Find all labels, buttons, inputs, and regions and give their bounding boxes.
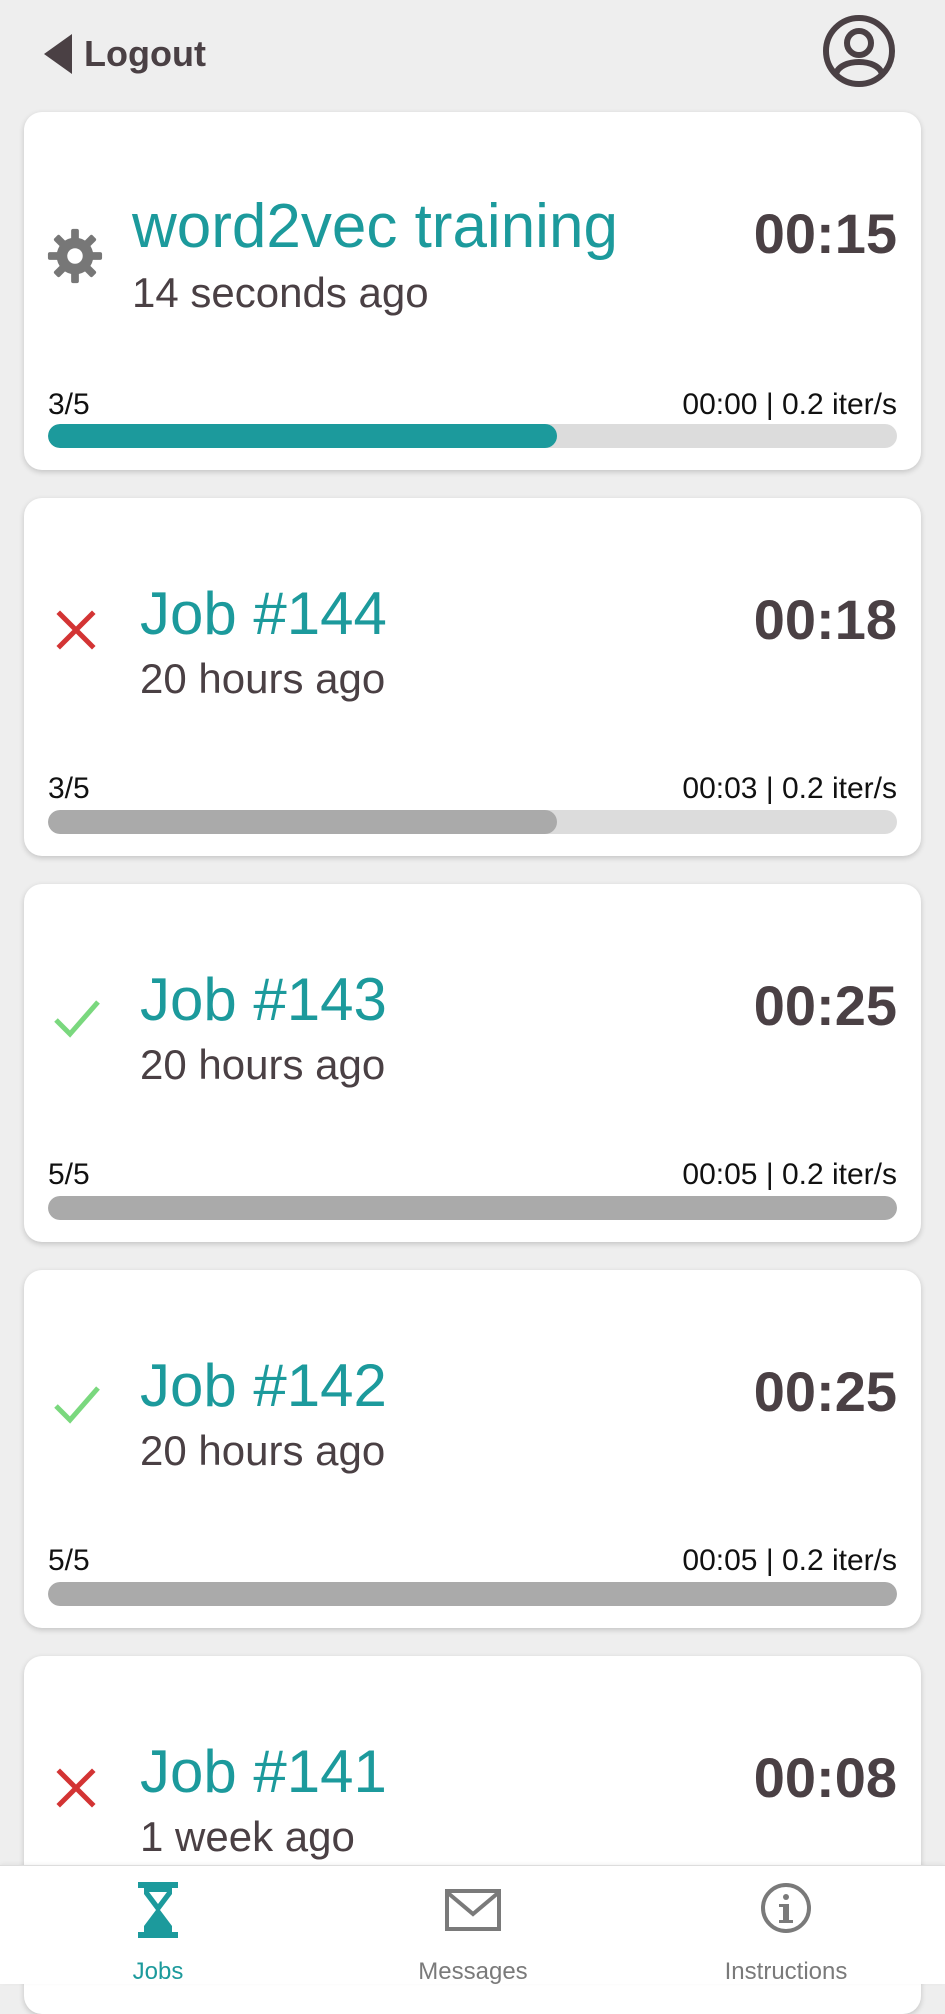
back-caret-icon (44, 34, 72, 74)
hourglass-icon (138, 1882, 178, 1938)
job-time-ago: 20 hours ago (140, 655, 386, 702)
job-title: Job #142 (140, 1352, 387, 1419)
progress-stats: 00:00 | 0.2 iter/s (682, 388, 897, 421)
x-icon (56, 610, 96, 650)
logout-label: Logout (84, 33, 206, 74)
progress-bar (48, 810, 897, 834)
job-duration: 00:18 (753, 588, 897, 651)
x-icon (56, 1768, 96, 1808)
job-card[interactable]: word2vec training 14 seconds ago 00:15 3… (24, 112, 921, 470)
job-time-ago: 20 hours ago (140, 1427, 386, 1474)
gear-icon (47, 228, 103, 284)
progress-stats: 00:05 | 0.2 iter/s (682, 1158, 897, 1191)
job-card[interactable]: Job #143 20 hours ago 00:25 5/5 00:05 | … (24, 884, 921, 1242)
job-duration: 00:25 (753, 1360, 897, 1423)
progress-count: 5/5 (48, 1158, 90, 1191)
job-time-ago: 14 seconds ago (132, 269, 429, 316)
header: Logout (0, 0, 945, 110)
job-duration: 00:08 (753, 1746, 897, 1809)
logout-button[interactable]: Logout (44, 28, 206, 80)
nav-tab-messages[interactable]: Messages (373, 1866, 573, 1985)
job-duration: 00:25 (753, 974, 897, 1037)
job-duration: 00:15 (753, 202, 897, 265)
progress-stats: 00:05 | 0.2 iter/s (682, 1544, 897, 1577)
envelope-icon (445, 1889, 501, 1931)
job-title: Job #144 (140, 580, 387, 647)
progress-bar (48, 1582, 897, 1606)
check-icon (54, 1000, 100, 1038)
nav-label-jobs: Jobs (132, 1958, 184, 1985)
nav-tab-jobs[interactable]: Jobs (58, 1866, 258, 1985)
user-avatar-icon[interactable] (822, 14, 896, 88)
progress-bar (48, 424, 897, 448)
info-icon (761, 1883, 811, 1933)
nav-tab-instructions[interactable]: Instructions (686, 1866, 886, 1985)
job-title: word2vec training (132, 192, 618, 261)
progress-fill (48, 810, 558, 834)
check-icon (54, 1386, 100, 1424)
job-time-ago: 20 hours ago (140, 1041, 386, 1088)
bottom-nav: Jobs Messages Instructions (0, 1865, 945, 1985)
job-time-ago: 1 week ago (140, 1813, 355, 1860)
job-card[interactable]: Job #144 20 hours ago 00:18 3/5 00:03 | … (24, 498, 921, 856)
progress-count: 3/5 (48, 388, 90, 421)
progress-bar (48, 1196, 897, 1220)
job-title: Job #141 (140, 1738, 387, 1805)
job-card[interactable]: Job #142 20 hours ago 00:25 5/5 00:05 | … (24, 1270, 921, 1628)
nav-label-messages: Messages (418, 1958, 528, 1985)
progress-count: 3/5 (48, 772, 90, 805)
progress-fill (48, 1196, 897, 1220)
progress-stats: 00:03 | 0.2 iter/s (682, 772, 897, 805)
progress-count: 5/5 (48, 1544, 90, 1577)
job-title: Job #143 (140, 966, 387, 1033)
progress-fill (48, 1582, 897, 1606)
progress-fill (48, 424, 558, 448)
nav-label-instructions: Instructions (724, 1958, 848, 1985)
